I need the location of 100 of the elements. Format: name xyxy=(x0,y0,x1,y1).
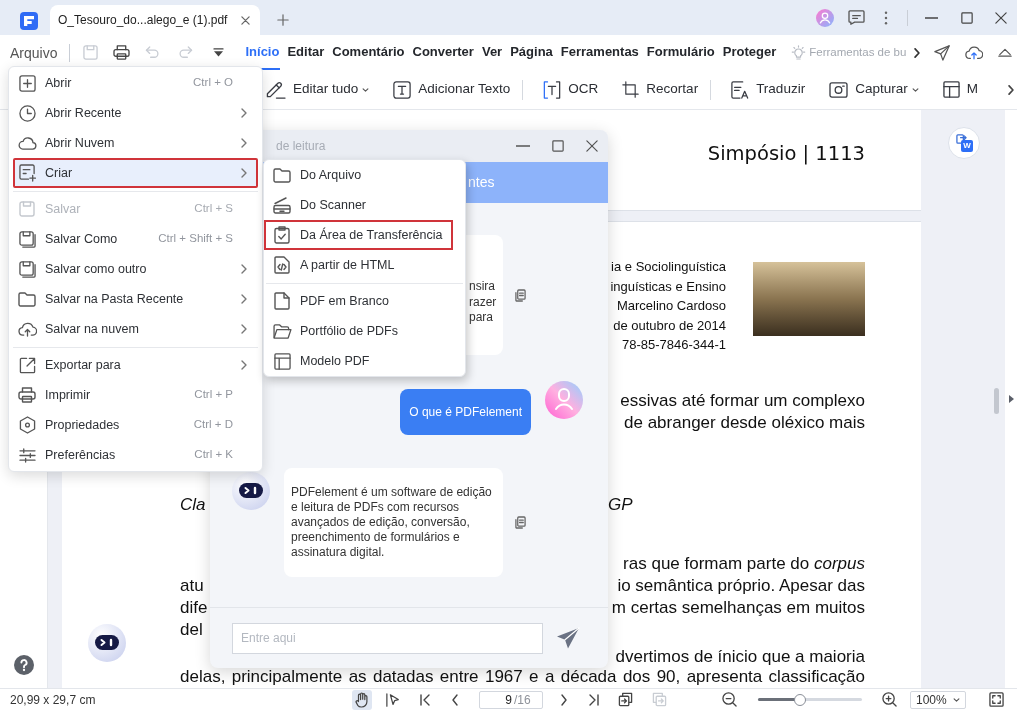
menu-item[interactable]: Da Área de Transferência xyxy=(264,220,454,250)
info-line: de outubro de 2014 xyxy=(613,316,726,335)
hand-tool-button[interactable] xyxy=(352,689,372,710)
send-icon[interactable] xyxy=(556,627,580,649)
printer-icon[interactable] xyxy=(113,45,131,60)
cursor-icon xyxy=(386,692,400,707)
zoom-level-dropdown[interactable]: 100% xyxy=(910,690,966,709)
clipboard-check-icon xyxy=(274,226,290,244)
body-text-fragment: dife xyxy=(180,596,208,619)
zoom-slider-thumb[interactable] xyxy=(793,693,806,706)
menu-tab[interactable]: Converter xyxy=(411,35,475,70)
camera-icon xyxy=(829,81,849,98)
help-icon[interactable] xyxy=(13,655,34,675)
menu-tab[interactable]: Proteger xyxy=(721,35,778,70)
menu-tab[interactable]: Comentário xyxy=(331,35,406,70)
export-icon xyxy=(18,356,36,374)
new-tab-icon[interactable] xyxy=(277,14,289,26)
next-page-icon[interactable] xyxy=(561,693,567,706)
copy-icon[interactable] xyxy=(515,516,526,529)
fullscreen-icon[interactable] xyxy=(989,692,1004,707)
cloud-upload-icon[interactable] xyxy=(965,45,984,60)
crop-button[interactable]: Recortar xyxy=(622,79,699,100)
info-line: Marcelino Cardoso xyxy=(616,297,726,315)
layout-icon xyxy=(942,81,960,98)
body-text-fragment: del xyxy=(180,618,203,641)
folder-icon xyxy=(18,291,36,307)
minimize-icon[interactable] xyxy=(925,16,938,19)
text-box-icon xyxy=(393,80,412,99)
send-icon[interactable] xyxy=(934,44,951,61)
assistant-robot-icon[interactable] xyxy=(88,624,126,662)
close-icon[interactable] xyxy=(995,11,1007,24)
previous-page-icon[interactable] xyxy=(452,693,458,706)
message-text-fragment: para xyxy=(469,310,495,326)
zoom-out-icon[interactable] xyxy=(722,692,737,707)
zoom-slider[interactable] xyxy=(758,693,862,706)
info-line: 78-85-7846-344-1 xyxy=(621,336,726,354)
menu-tab[interactable]: Página xyxy=(509,35,554,70)
message-text-fragment: nsira xyxy=(469,279,496,295)
crop-icon xyxy=(622,81,640,98)
info-line: inguísticas e Ensino xyxy=(610,277,726,296)
ocr-icon xyxy=(543,80,562,99)
body-text-fragment: atu xyxy=(180,574,204,597)
first-page-icon[interactable] xyxy=(420,693,430,706)
message-text-fragment: razer xyxy=(469,294,498,310)
menu-tab[interactable]: Ver xyxy=(480,35,504,70)
page-header: Simpósio | 1113 xyxy=(707,141,865,167)
menu-item[interactable]: Do Arquivo xyxy=(264,160,373,190)
body-text-fragment: essivas até formar um complexo xyxy=(620,389,865,412)
ocr-button[interactable]: OCR xyxy=(543,79,599,100)
customize-toolbar-icon[interactable] xyxy=(213,48,225,57)
page-view-icon[interactable] xyxy=(618,692,633,707)
open-folder-icon xyxy=(272,323,292,339)
edit-all-button[interactable]: Editar tudo xyxy=(265,79,370,100)
menu-tab[interactable]: Formulário xyxy=(645,35,716,70)
add-text-button[interactable]: Adicionar Texto xyxy=(393,79,511,100)
body-text-fragment: io semântica próprio. Apesar das xyxy=(617,574,865,597)
chevron-right-icon[interactable] xyxy=(1008,84,1014,95)
convert-to-word-button[interactable]: W xyxy=(948,127,980,159)
menu-item[interactable]: Modelo PDF xyxy=(264,346,381,376)
app-logo-icon[interactable] xyxy=(20,12,38,30)
caret-down-icon xyxy=(953,697,960,702)
maximize-icon[interactable] xyxy=(961,11,973,24)
ribbon-button[interactable]: M xyxy=(942,79,978,100)
collapse-ribbon-icon[interactable] xyxy=(998,48,1013,57)
chevron-right-icon[interactable] xyxy=(914,47,921,58)
blank-file-icon xyxy=(274,292,290,310)
copy-icon[interactable] xyxy=(515,288,526,302)
body-text-line: delas, principalmente as datadas entre 1967 e a década dos 90, apresenta classificação xyxy=(180,666,865,687)
menu-item[interactable]: Criar xyxy=(13,158,258,188)
info-line: ia e Sociolinguística xyxy=(611,258,726,276)
menu-item[interactable]: Do Scanner xyxy=(264,190,377,220)
menu-tab[interactable]: Editar xyxy=(286,35,326,70)
translate-button[interactable]: Traduzir xyxy=(731,79,806,100)
document-tab[interactable]: O_Tesouro_do...alego_e (1).pdf xyxy=(50,5,260,35)
capture-button[interactable]: Capturar xyxy=(829,79,919,100)
maximize-icon[interactable] xyxy=(552,140,564,152)
hand-icon xyxy=(355,691,369,708)
hexagon-icon xyxy=(18,416,36,434)
scrollbar-thumb[interactable] xyxy=(994,388,999,414)
scanner-icon xyxy=(273,196,291,214)
close-icon[interactable] xyxy=(586,140,598,152)
file-menu-button[interactable]: Arquivo xyxy=(10,45,58,60)
close-icon[interactable] xyxy=(241,15,250,25)
menu-item[interactable]: A partir de HTML xyxy=(264,250,406,280)
template-icon xyxy=(273,352,291,370)
last-page-icon[interactable] xyxy=(589,693,599,706)
menu-tab[interactable]: Ferramentas xyxy=(559,35,640,70)
save-as-icon xyxy=(18,260,36,278)
cloud-upload-icon xyxy=(17,321,37,337)
message-input[interactable]: Entre aqui xyxy=(232,622,543,654)
body-text-fragment: dvertimos de ínicio que a maioria xyxy=(615,646,865,667)
chat-window-title: de leitura xyxy=(276,138,326,155)
more-icon[interactable] xyxy=(884,10,888,25)
menu-item[interactable]: Portfólio de PDFs xyxy=(264,316,409,346)
zoom-in-icon[interactable] xyxy=(882,692,897,707)
message-icon[interactable] xyxy=(848,10,865,25)
expand-panel-icon[interactable] xyxy=(1008,395,1014,403)
tool-search-field[interactable]: Ferramentas de bu xyxy=(809,43,912,62)
menu-item[interactable]: PDF em Branco xyxy=(264,286,400,316)
printer-icon xyxy=(18,387,36,403)
